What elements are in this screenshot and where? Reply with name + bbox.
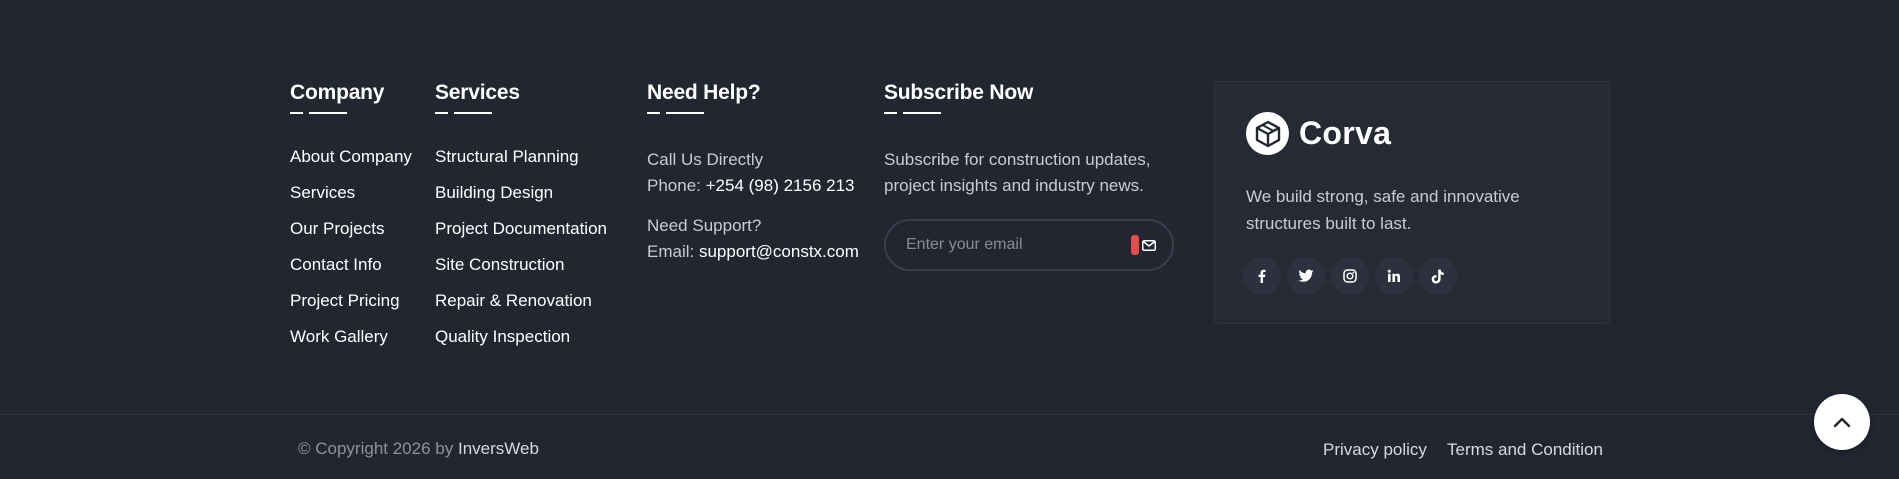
company-title: Company [290, 81, 385, 104]
help-contact-info: Call Us Directly Phone: +254 (98) 2156 2… [647, 147, 859, 265]
services-title: Services [435, 81, 520, 104]
subscribe-description: Subscribe for construction updates, proj… [884, 150, 1151, 195]
twitter-icon[interactable] [1287, 257, 1325, 295]
company-links: About Company Services Our Projects Cont… [290, 147, 412, 347]
social-links [1243, 257, 1463, 295]
author-link[interactable]: InversWeb [458, 439, 539, 458]
email-prefix: Email: [647, 242, 695, 261]
footer-link-quality-inspection[interactable]: Quality Inspection [435, 327, 607, 347]
title-underline [435, 112, 607, 115]
facebook-icon[interactable] [1243, 257, 1281, 295]
phone-prefix: Phone: [647, 176, 701, 195]
services-column: Services Structural Planning Building De… [435, 80, 607, 363]
footer-link-services[interactable]: Services [290, 183, 412, 203]
email-input[interactable] [906, 234, 1116, 256]
footer-link-our-projects[interactable]: Our Projects [290, 219, 412, 239]
footer-link-project-pricing[interactable]: Project Pricing [290, 291, 412, 311]
brand-description: We build strong, safe and innovative str… [1246, 187, 1520, 233]
footer-link-building-design[interactable]: Building Design [435, 183, 607, 203]
footer-link-work-gallery[interactable]: Work Gallery [290, 327, 412, 347]
brand-card: Corva We build strong, safe and innovati… [1214, 81, 1610, 324]
company-column: Company About Company Services Our Proje… [290, 80, 412, 363]
services-links: Structural Planning Building Design Proj… [435, 147, 607, 347]
title-underline [647, 112, 859, 115]
help-column: Need Help? Call Us Directly Phone: +254 … [647, 80, 859, 265]
call-label: Call Us Directly [647, 150, 764, 169]
envelope-icon [1142, 239, 1156, 251]
subscribe-form [884, 219, 1174, 271]
brand-row: Corva [1246, 112, 1391, 155]
title-underline [290, 112, 412, 115]
site-footer: Company About Company Services Our Proje… [0, 0, 1899, 479]
subscribe-submit-button[interactable] [1138, 234, 1160, 256]
footer-divider [0, 414, 1899, 415]
back-to-top-button[interactable] [1814, 394, 1870, 450]
support-label: Need Support? [647, 216, 762, 235]
copyright-text: © Copyright 2026 by InversWeb [298, 439, 539, 459]
copyright-prefix: © Copyright 2026 by [298, 439, 454, 458]
title-underline [884, 112, 1184, 115]
tiktok-icon[interactable] [1419, 257, 1457, 295]
email-link[interactable]: support@constx.com [699, 242, 859, 261]
footer-link-structural-planning[interactable]: Structural Planning [435, 147, 607, 167]
subscribe-title: Subscribe Now [884, 81, 1034, 104]
footer-link-repair-renovation[interactable]: Repair & Renovation [435, 291, 607, 311]
footer-link-about-company[interactable]: About Company [290, 147, 412, 167]
privacy-policy-link[interactable]: Privacy policy [1323, 440, 1427, 460]
terms-link[interactable]: Terms and Condition [1447, 440, 1603, 460]
help-title: Need Help? [647, 81, 761, 104]
footer-link-site-construction[interactable]: Site Construction [435, 255, 607, 275]
brand-name[interactable]: Corva [1299, 115, 1391, 152]
chevron-up-icon [1833, 417, 1851, 427]
subscribe-column: Subscribe Now Subscribe for construction… [884, 80, 1184, 271]
linkedin-icon[interactable] [1375, 257, 1413, 295]
footer-link-contact-info[interactable]: Contact Info [290, 255, 412, 275]
footer-link-project-documentation[interactable]: Project Documentation [435, 219, 607, 239]
cube-logo-icon [1246, 112, 1289, 155]
instagram-icon[interactable] [1331, 257, 1369, 295]
phone-link[interactable]: +254 (98) 2156 213 [706, 176, 855, 195]
